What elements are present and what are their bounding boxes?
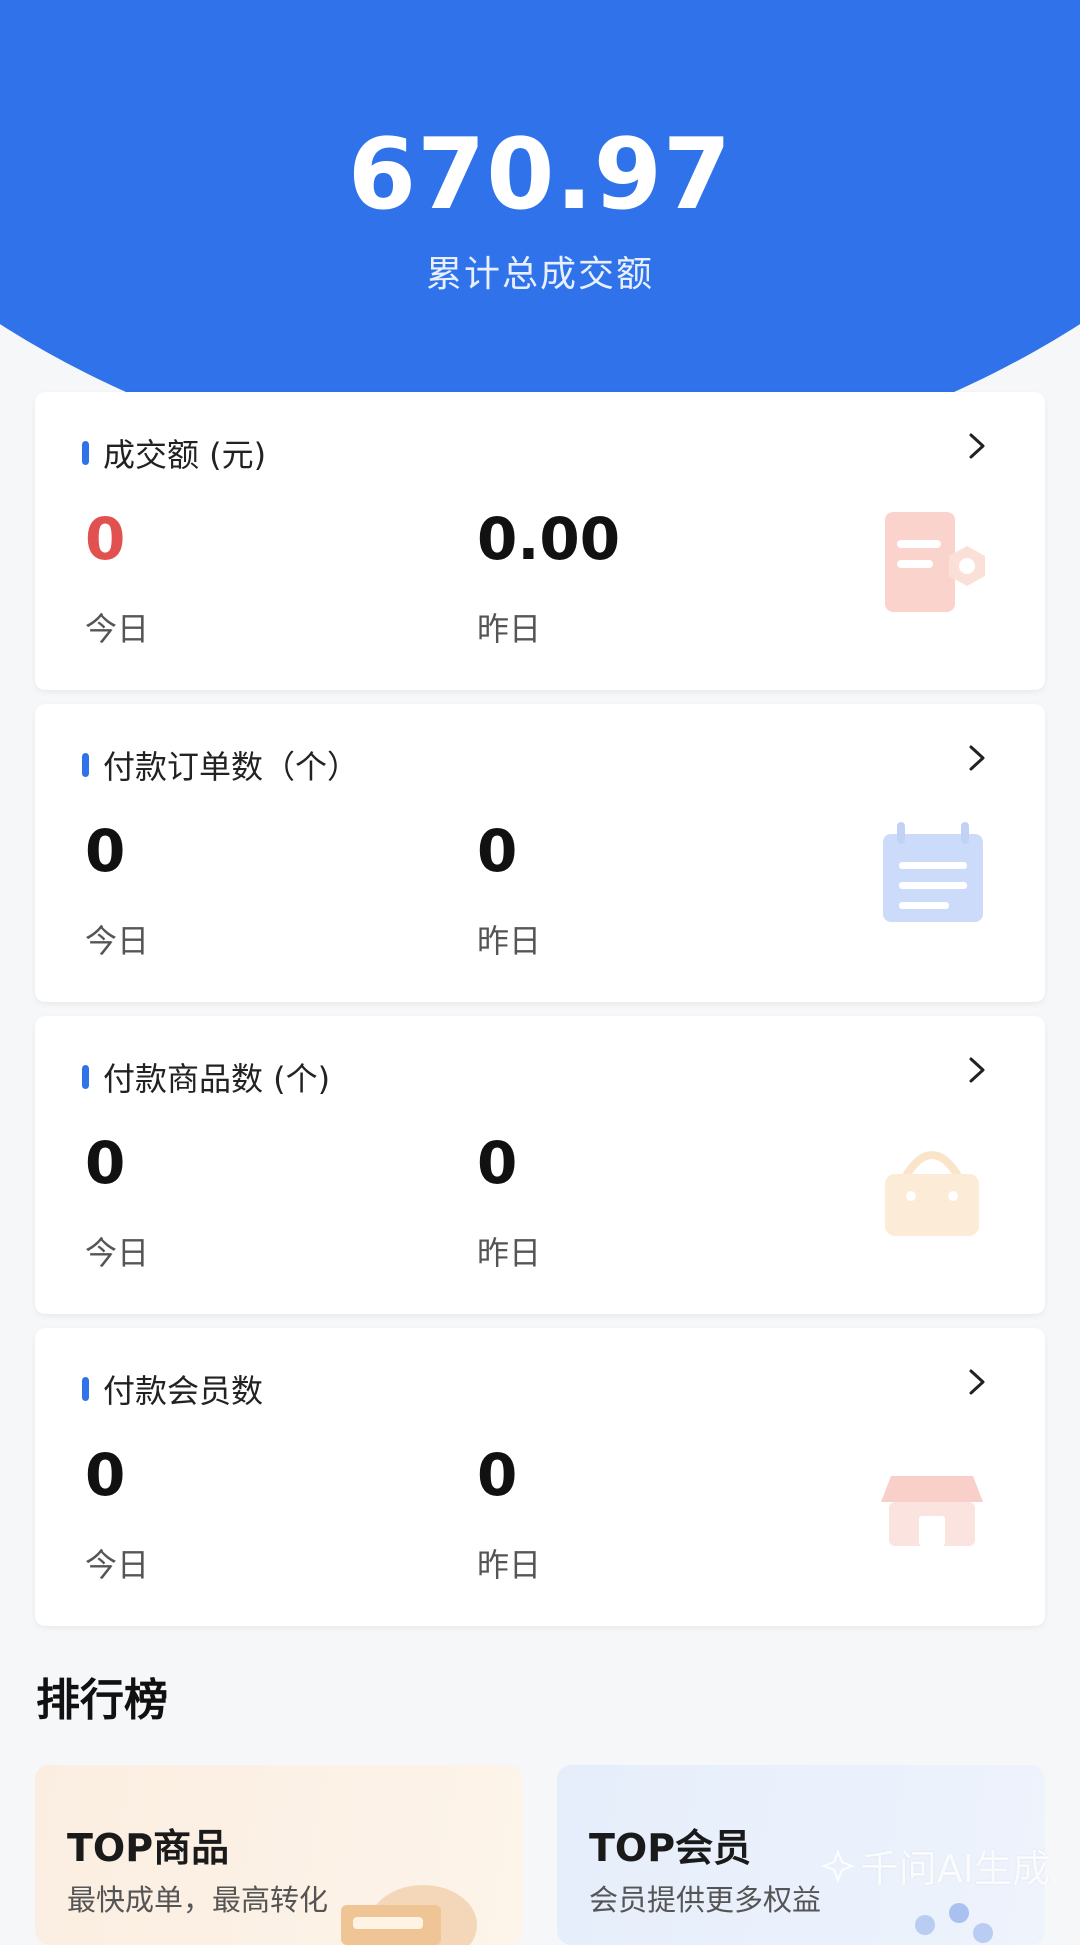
total-amount: 670.97 [347, 118, 733, 232]
stat-card-sales[interactable]: 成交额 (元) 0 今日 0.00 昨日 [35, 392, 1045, 690]
title-accent-bar [82, 753, 89, 777]
today-stat: 0 今日 [85, 504, 149, 650]
today-label: 今日 [85, 922, 150, 960]
today-label: 今日 [85, 610, 150, 648]
stats-list: 成交额 (元) 0 今日 0.00 昨日 付款订单数（个） 0 今日 0 昨日 … [35, 392, 1045, 1640]
watermark-text: 千问AI生成 [860, 1847, 1050, 1891]
yesterday-label: 昨日 [477, 1234, 542, 1272]
yesterday-stat: 0.00 昨日 [477, 504, 620, 650]
yesterday-value: 0 [477, 1129, 518, 1197]
chevron-right-icon[interactable] [959, 1052, 995, 1088]
sparkle-icon [821, 1848, 855, 1883]
yesterday-stat: 0 昨日 [477, 1128, 541, 1274]
yesterday-label: 昨日 [477, 610, 542, 648]
card-header: 付款商品数 (个) [82, 1054, 330, 1100]
yesterday-value: 0.00 [477, 505, 621, 573]
total-caption: 累计总成交额 [425, 254, 654, 295]
top-products-card[interactable]: TOP商品 最快成单，最高转化 [35, 1765, 523, 1945]
card-title: 付款会员数 [103, 1372, 264, 1410]
ai-watermark: 千问AI生成 [821, 1838, 1050, 1893]
card-title: 付款商品数 (个) [103, 1060, 331, 1098]
chevron-right-icon[interactable] [959, 428, 995, 464]
stat-card-products[interactable]: 付款商品数 (个) 0 今日 0 昨日 [35, 1016, 1045, 1314]
card-header: 付款订单数（个） [82, 742, 359, 788]
yesterday-label: 昨日 [477, 1546, 542, 1584]
chevron-right-icon[interactable] [959, 1364, 995, 1400]
card-title: 成交额 (元) [103, 436, 267, 474]
today-value: 0 [85, 1129, 126, 1197]
chevron-right-icon[interactable] [959, 740, 995, 776]
shopping-basket-icon [885, 1151, 979, 1236]
today-label: 今日 [85, 1234, 150, 1272]
yesterday-stat: 0 昨日 [477, 1440, 541, 1586]
yesterday-stat: 0 昨日 [477, 816, 541, 962]
title-accent-bar [82, 1377, 89, 1401]
today-label: 今日 [85, 1546, 150, 1584]
card-title: 付款订单数（个） [103, 748, 360, 786]
today-value: 0 [85, 1441, 126, 1509]
card-header: 付款会员数 [82, 1366, 263, 1412]
today-stat: 0 今日 [85, 1128, 149, 1274]
yesterday-value: 0 [477, 1441, 518, 1509]
title-accent-bar [82, 441, 89, 465]
today-stat: 0 今日 [85, 816, 149, 962]
title-accent-bar [82, 1065, 89, 1089]
today-value: 0 [85, 505, 126, 573]
store-icon [881, 1476, 983, 1546]
today-stat: 0 今日 [85, 1440, 149, 1586]
rank-card-title: TOP商品 [67, 1826, 230, 1870]
yesterday-value: 0 [477, 817, 518, 885]
stat-card-orders[interactable]: 付款订单数（个） 0 今日 0 昨日 [35, 704, 1045, 1002]
rank-card-subtitle: 最快成单，最高转化 [67, 1883, 329, 1917]
card-header: 成交额 (元) [82, 430, 266, 476]
product-box-icon [341, 1885, 477, 1945]
receipt-icon [885, 512, 985, 612]
stat-card-members[interactable]: 付款会员数 0 今日 0 昨日 [35, 1328, 1045, 1626]
calendar-icon [883, 822, 983, 922]
yesterday-label: 昨日 [477, 922, 542, 960]
today-value: 0 [85, 817, 126, 885]
ranking-title: 排行榜 [36, 1675, 168, 1726]
rank-card-subtitle: 会员提供更多权益 [589, 1883, 822, 1917]
rank-card-title: TOP会员 [589, 1826, 752, 1870]
